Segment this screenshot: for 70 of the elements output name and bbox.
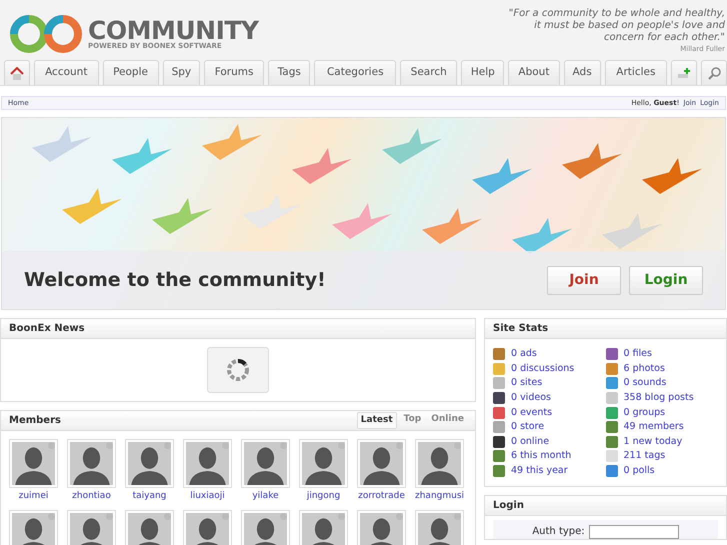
login-button[interactable]: Login [629,266,703,294]
stat-link[interactable]: 211 tags [624,449,666,464]
auth-type-select[interactable] [588,524,679,539]
welcome-title: Welcome to the community! [24,268,327,293]
stat-link[interactable]: 1 new today [624,434,682,449]
stat-link[interactable]: 6 this month [511,449,572,464]
member-name[interactable]: taiyang [125,490,174,504]
member-name[interactable]: zuimei [9,490,58,504]
avatar[interactable] [67,510,116,545]
stat-link[interactable]: 0 groups [624,406,666,420]
stat-link[interactable]: 0 online [511,434,550,449]
avatar[interactable] [415,510,464,545]
nav-tab[interactable]: Ads [564,60,601,85]
avatar[interactable] [241,510,290,545]
stat-link[interactable]: 0 polls [624,464,655,478]
avatar[interactable] [9,510,58,545]
member-name[interactable]: zhangmusi [415,490,464,504]
panel-title: Members [9,414,61,428]
panel-title: Site Stats [493,322,548,336]
logo-icon [10,14,84,54]
nav-tab[interactable]: Forums [204,60,264,85]
stat-link[interactable]: 0 store [511,420,544,434]
home-icon[interactable] [4,60,30,85]
join-button[interactable]: Join [547,266,621,294]
panel-title: BoonEx News [9,322,85,336]
nav-tab[interactable]: Help [461,60,504,85]
member-name[interactable]: jingong [299,490,348,504]
nav-tab[interactable]: Spy [162,60,200,85]
nav-tab[interactable]: Search [400,60,458,85]
avatar[interactable] [183,510,232,545]
stat-link[interactable]: 0 sites [511,376,542,391]
member-name[interactable]: zorrotrade [357,490,406,504]
members-tab[interactable]: Latest [356,412,397,430]
avatar[interactable] [9,439,58,488]
nav-tab[interactable]: People [102,60,159,85]
nav-tab[interactable]: About [508,60,560,85]
member-name[interactable]: zhontiao [67,490,116,504]
quote-text: "For a community to be whole and healthy, it must be based on people's love and concern for each other." [508,8,725,44]
stat-link[interactable]: 358 blog posts [624,390,694,406]
stat-link[interactable]: 0 videos [511,390,551,406]
loading-spinner-icon [207,347,269,393]
nav-tab[interactable]: Tags [268,60,310,85]
stat-link[interactable]: 6 photos [624,362,665,376]
stat-link[interactable]: 49 members [624,420,684,434]
member-name[interactable]: liuxiaoji [183,490,232,504]
avatar[interactable] [67,439,116,488]
member-name[interactable]: yilake [241,490,290,504]
stat-link[interactable]: 0 ads [511,347,537,362]
logo-title: COMMUNITY [88,18,259,43]
avatar[interactable] [241,439,290,488]
stat-link[interactable]: 0 files [624,347,652,362]
stat-link[interactable]: 0 discussions [511,362,574,376]
avatar[interactable] [415,439,464,488]
avatar[interactable] [357,439,406,488]
avatar[interactable] [125,439,174,488]
panel-title: Login [493,499,524,514]
avatar[interactable] [299,510,348,545]
avatar[interactable] [357,510,406,545]
add-icon[interactable] [671,60,697,85]
search-icon[interactable] [701,60,727,85]
avatar[interactable] [125,510,174,545]
auth-type-label: Auth type: [532,525,585,540]
avatar[interactable] [183,439,232,488]
nav-tab[interactable]: Articles [604,60,667,85]
stat-link[interactable]: 49 this year [511,464,568,478]
stat-link[interactable]: 0 sounds [624,376,666,391]
nav-tab[interactable]: Account [34,60,99,85]
nav-tab[interactable]: Categories [314,60,396,85]
avatar[interactable] [299,439,348,488]
stat-link[interactable]: 0 events [511,406,552,420]
